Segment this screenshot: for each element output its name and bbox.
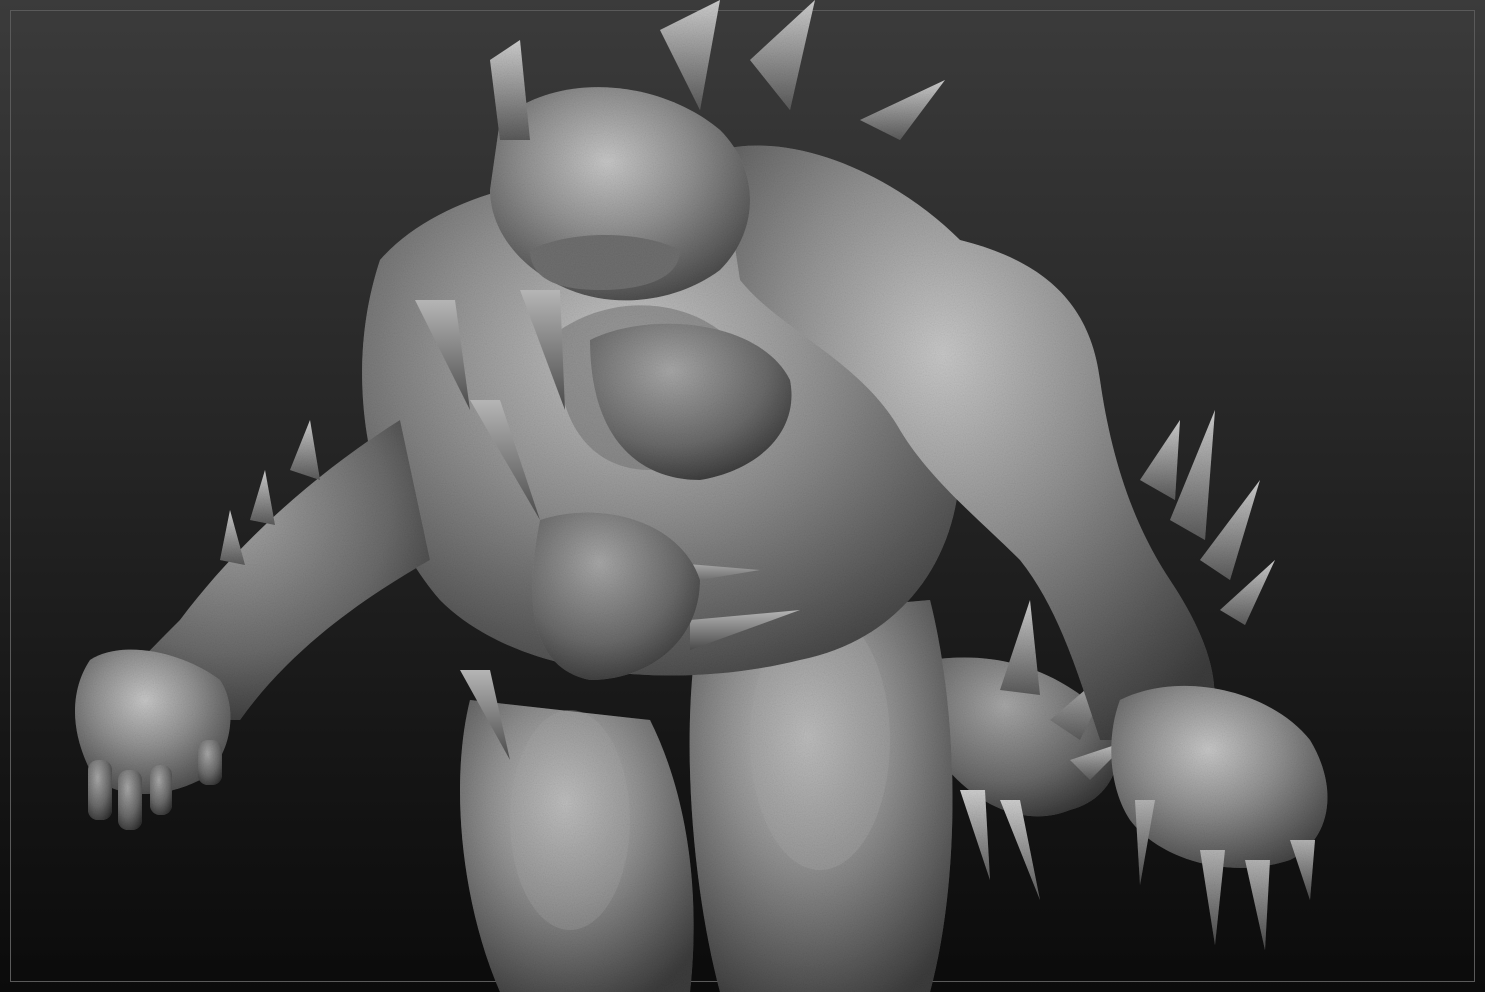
left-hand bbox=[75, 649, 231, 830]
sculpt-viewport[interactable] bbox=[0, 0, 1485, 992]
monster-sculpt-render bbox=[75, 0, 1328, 992]
right-hand bbox=[1111, 685, 1328, 950]
